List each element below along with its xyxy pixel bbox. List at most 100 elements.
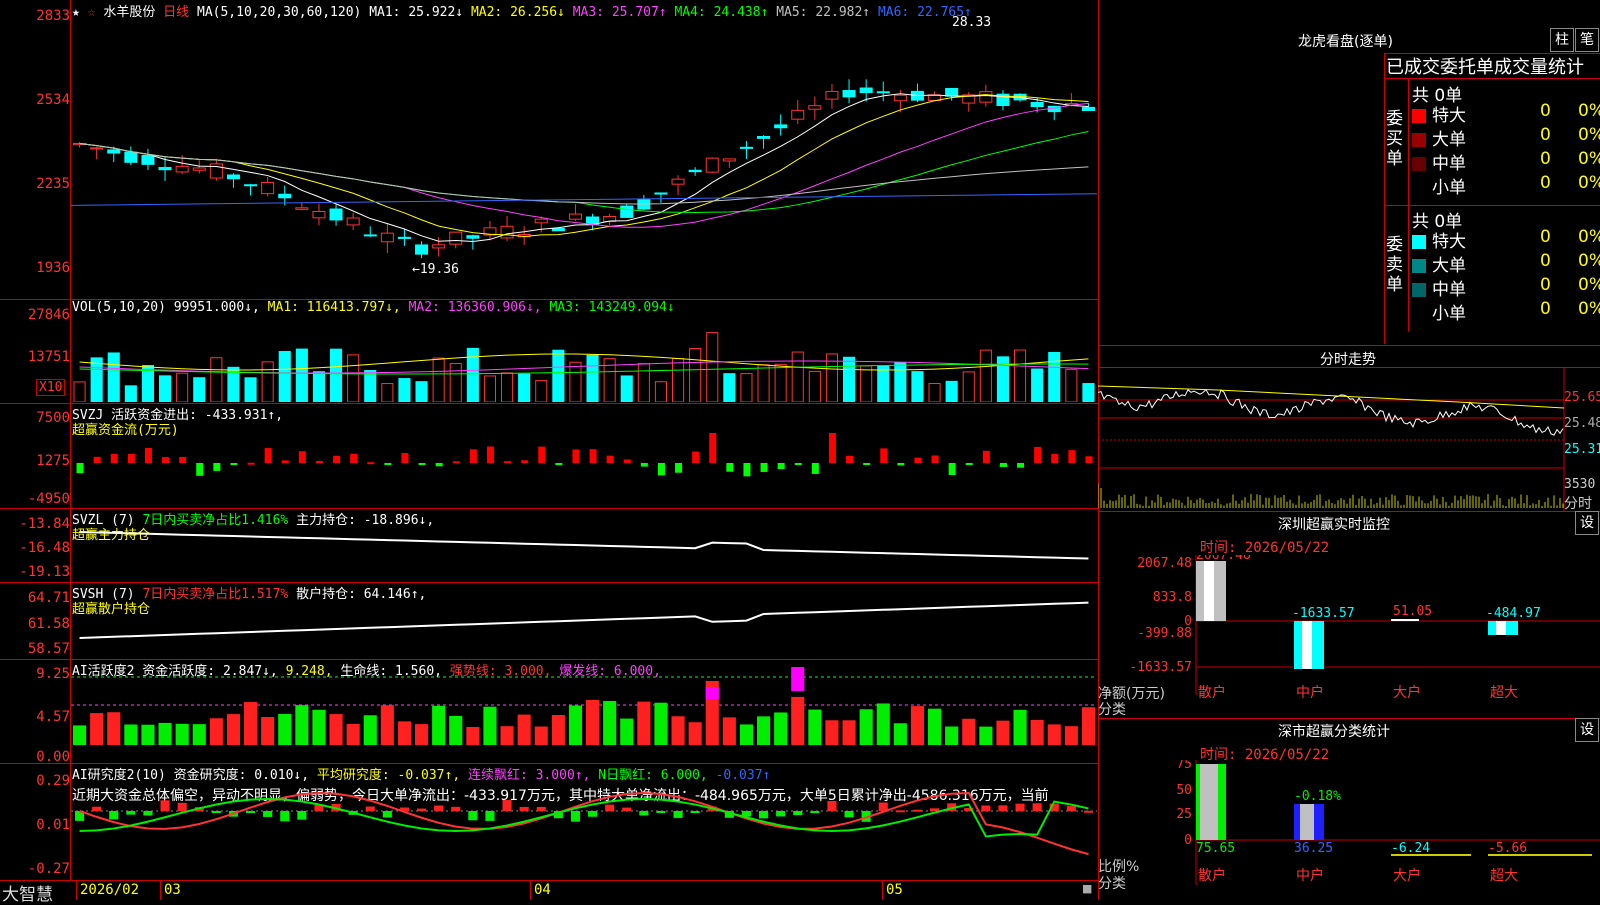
candle-body <box>380 232 394 243</box>
period-label[interactable]: 日线 <box>163 5 189 20</box>
ai-activity-chart[interactable] <box>71 659 1097 762</box>
sz-settings-button[interactable]: 设 <box>1575 511 1599 535</box>
ai2-axis-1: 0.01 <box>36 817 70 833</box>
research-bar <box>570 811 580 822</box>
activity-bar <box>295 705 309 745</box>
sc-settings-button[interactable]: 设 <box>1575 718 1599 742</box>
sz-time: 时间: 2026/05/22 <box>1200 540 1330 556</box>
svzj-chart[interactable] <box>71 433 1097 507</box>
favorite-star-icon[interactable]: ★ <box>72 5 80 20</box>
svzl-chart[interactable] <box>71 508 1097 581</box>
sz-monitor-chart[interactable]: 2067.48833.80-399.88-1633.572067.48-1633… <box>1098 555 1600 715</box>
intraday-avg-line <box>1098 385 1565 409</box>
research-bar <box>280 811 290 822</box>
fund-flow-bar <box>1051 453 1059 463</box>
fund-flow-bar <box>521 460 529 463</box>
activity-bar <box>876 703 890 745</box>
volume-bar <box>1014 349 1027 402</box>
svzl-panel[interactable]: -13.84 -16.48 -19.13 SVZL (7) 7日内买卖净占比1.… <box>0 508 1098 583</box>
svzj-panel[interactable]: 7500 1275 -4950 SVZJ 活跃资金进出: -433.931↑, … <box>0 403 1098 509</box>
activity-bar <box>722 717 736 745</box>
ai1-axis-1: 4.57 <box>36 709 70 725</box>
activity-bar <box>910 706 924 745</box>
order-row-name: 特大 <box>1432 232 1466 252</box>
candle-body <box>90 147 104 150</box>
volume-bar <box>979 349 992 402</box>
research-bar <box>143 811 153 816</box>
svsh-chart[interactable] <box>71 582 1097 658</box>
activity-bar <box>603 700 617 745</box>
research-bar <box>211 811 221 813</box>
favorite-star-outline-icon[interactable]: ☆ <box>88 5 96 20</box>
volume-chart[interactable] <box>71 317 1097 402</box>
volume-bar <box>723 373 736 402</box>
activity-bar <box>654 702 668 745</box>
volume-bar <box>244 377 257 402</box>
order-row-percent: 0% <box>1578 173 1600 193</box>
activity-bar <box>757 716 771 745</box>
volume-panel[interactable]: 27846 13751 X10 VOL(5,10,20) 99951.000↓,… <box>0 299 1098 404</box>
research-bar <box>246 811 256 813</box>
tick-mode-button[interactable]: 笔 <box>1575 28 1599 52</box>
intraday-chart[interactable] <box>1098 368 1600 511</box>
fund-flow-bar <box>743 463 751 477</box>
sz-bar-value: 2067.48 <box>1196 555 1251 563</box>
ai-research-chart[interactable] <box>71 763 1097 879</box>
fund-flow-bar <box>469 449 477 463</box>
buy-side-label: 委买单 <box>1386 109 1403 169</box>
candle-body <box>757 136 771 139</box>
volume-bar <box>911 371 924 402</box>
main-holding-line <box>79 531 1089 560</box>
sc-bar-value: 36.25 <box>1294 841 1333 856</box>
tab-orders[interactable]: 委托单 <box>1440 57 1494 78</box>
activity-bar <box>397 721 411 745</box>
svsh-panel[interactable]: 64.71 61.58 58.57 SVSH (7) 7日内买卖净占比1.517… <box>0 582 1098 660</box>
activity-bar <box>842 720 856 745</box>
ma-line-10 <box>79 94 1089 237</box>
ai-activity-panel[interactable]: 9.25 4.57 0.00 AI活跃度2 资金活跃度: 2.847↓, 9.2… <box>0 659 1098 765</box>
ai2-axis-2: -0.27 <box>27 861 70 877</box>
sc-category: 超大 <box>1490 868 1518 884</box>
lock-icon[interactable]: ■ <box>1082 882 1092 895</box>
sc-category-label: 分类 <box>1098 876 1126 892</box>
sc-category: 散户 <box>1198 867 1226 884</box>
ma-params: MA(5,10,20,30,60,120) <box>197 5 362 20</box>
volume-bar <box>791 351 804 402</box>
order-row-1: 大单 0 0% <box>1412 251 1600 276</box>
ma-line-60 <box>79 142 1089 205</box>
candle-body <box>671 178 685 185</box>
candle-body <box>226 174 240 180</box>
sc-axis-tick: 50 <box>1176 783 1192 798</box>
volume-bar <box>894 362 907 402</box>
price-panel[interactable]: 2833 2534 2235 1936 ★ ☆ 水羊股份 日线 MA(5,10,… <box>0 0 1098 880</box>
activity-bar <box>278 713 292 745</box>
sz-axis-tick: 833.8 <box>1153 590 1192 605</box>
order-row-percent: 0% <box>1578 227 1600 247</box>
tab-volume-stats[interactable]: 成交量统计 <box>1494 57 1584 78</box>
order-row-1: 大单 0 0% <box>1412 125 1600 150</box>
fund-flow-bar <box>965 463 973 465</box>
activity-bar <box>500 726 514 745</box>
sz-bar-value: 51.05 <box>1393 604 1432 619</box>
order-color-swatch <box>1412 109 1426 123</box>
ai-research-panel[interactable]: 0.29 0.01 -0.27 AI研究度2(10) 资金研究度: 0.010↓… <box>0 763 1098 881</box>
activity-bar <box>620 718 634 745</box>
intraday-title: 分时走势 <box>1320 352 1376 368</box>
price-chart[interactable] <box>71 20 1097 298</box>
volume-bar <box>73 381 86 402</box>
activity-bar <box>1064 726 1078 745</box>
order-color-swatch <box>1412 235 1426 249</box>
sc-axis-tick: 75 <box>1176 760 1192 772</box>
fund-flow-bar <box>298 451 306 463</box>
sc-chart[interactable]: 75 50 25 0 +0.22% -0.18% 75.65 36.25 -6.24 -5.66 散… <box>1098 760 1600 900</box>
candle-body <box>397 236 411 239</box>
volume-bar <box>877 365 890 402</box>
research-bar <box>690 811 700 813</box>
fund-flow-bar <box>846 455 854 463</box>
volume-bar <box>552 349 565 402</box>
fund-flow-bar <box>931 455 939 463</box>
tab-traded[interactable]: 已成交 <box>1386 57 1440 78</box>
bar-mode-button[interactable]: 柱 <box>1550 28 1574 52</box>
volume-bar <box>569 361 582 402</box>
research-bar <box>639 811 649 816</box>
